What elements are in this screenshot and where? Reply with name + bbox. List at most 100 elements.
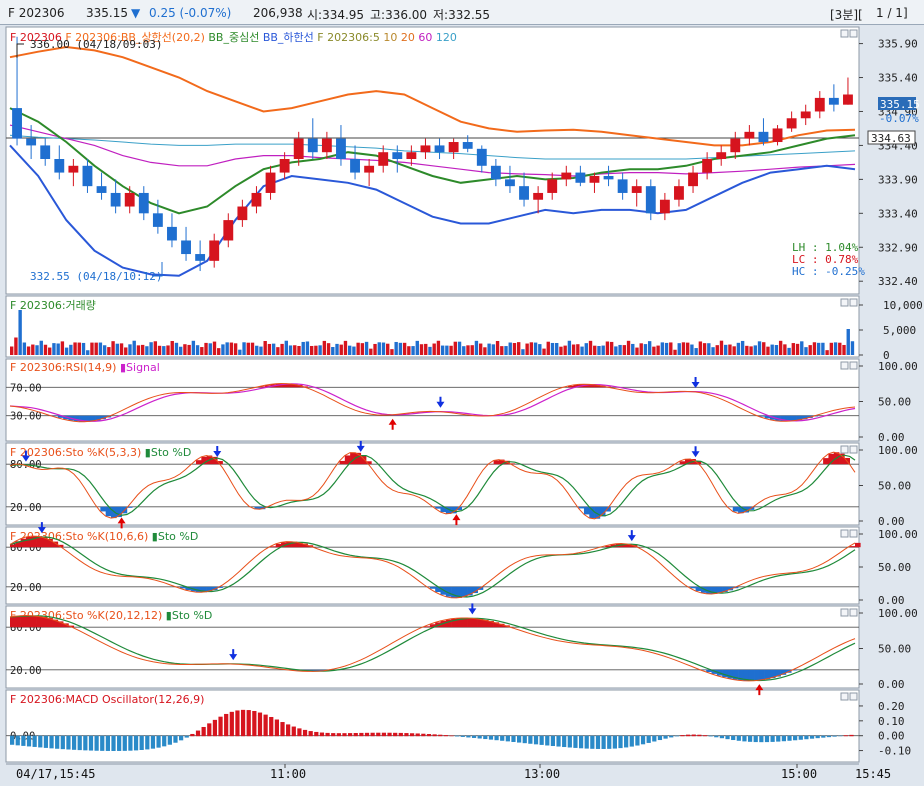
volume-bar (373, 343, 377, 355)
volume-bar (550, 342, 555, 355)
sto1-oversold-fill (583, 506, 590, 515)
candle-body (40, 145, 51, 159)
candle-body (181, 240, 191, 255)
volume-bar (588, 340, 593, 355)
volume-bar (39, 340, 43, 355)
candle-body (124, 192, 135, 207)
volume-bar (517, 342, 521, 355)
volume-bar (673, 349, 677, 355)
sto1-level-label: 20.00 (10, 502, 42, 514)
sto1-overbought-fill (196, 460, 202, 465)
sto2-overbought-fill (10, 544, 16, 548)
interval-label[interactable]: [3분][ (830, 6, 863, 23)
candle-body (659, 199, 670, 214)
volume-bar (846, 329, 850, 355)
rsi-panel-min-icon[interactable] (840, 361, 849, 370)
macd-bar (229, 711, 234, 737)
sto3-overbought-fill (20, 615, 27, 628)
candle-body (110, 192, 121, 207)
volume-bar (677, 343, 681, 355)
sto2-panel-close-icon[interactable] (849, 529, 858, 538)
macd-bar (257, 712, 263, 737)
volume-bar (483, 347, 487, 355)
volume-bar (352, 346, 356, 355)
price-panel[interactable] (5, 26, 860, 295)
sto1-panel-min-icon[interactable] (840, 445, 849, 454)
macd-bar (404, 733, 409, 737)
volume-bar (132, 340, 136, 355)
macd-ytick-label: -0.10 (878, 745, 911, 758)
change-arrow-icon: ▼ (131, 6, 141, 20)
sto3-ytick-label: 0.00 (878, 678, 905, 691)
macd-bar (83, 735, 88, 751)
chart-canvas[interactable]: F 202306 F 202306:BB_상한선(20,2) BB_중심선 BB… (0, 25, 924, 786)
macd-bar (460, 735, 465, 737)
candle-body (505, 179, 515, 187)
macd-bar (562, 735, 567, 748)
candle-body (293, 138, 304, 159)
macd-bar (517, 735, 522, 743)
macd-bar (590, 735, 595, 749)
sto1-oversold-fill (732, 506, 739, 512)
time-label-end: 15:45 (855, 767, 891, 781)
volume-bar (504, 346, 508, 355)
macd-bar (297, 728, 302, 737)
sto3-overbought-fill (36, 616, 43, 628)
volume-panel-close-icon[interactable] (849, 298, 858, 307)
candle-body (223, 220, 234, 241)
macd-bar (764, 735, 770, 743)
volume-bar (35, 345, 39, 355)
macd-bar (753, 735, 758, 743)
macd-bar (43, 735, 49, 748)
volume-bar (766, 346, 770, 355)
candle-body (96, 186, 107, 193)
sto3-overbought-fill (15, 616, 21, 628)
sto2-panel-min-icon[interactable] (840, 529, 849, 538)
macd-panel-close-icon[interactable] (849, 692, 858, 701)
volume-bar (647, 341, 652, 355)
volume-bar (18, 310, 22, 355)
rsi-panel-close-icon[interactable] (849, 361, 858, 370)
volume-panel-min-icon[interactable] (840, 298, 849, 307)
sto1-panel-close-icon[interactable] (849, 445, 858, 454)
volume-bar (639, 343, 643, 355)
sto2-overbought-fill (25, 536, 32, 548)
sto3-panel-close-icon[interactable] (849, 608, 858, 617)
macd-bar (302, 729, 308, 737)
volume-bar (115, 343, 120, 355)
volume-bar (745, 345, 749, 355)
macd-bar (348, 733, 353, 737)
volume-bar (424, 343, 428, 355)
volume-bar (64, 347, 69, 355)
sto3-oversold-fill (754, 669, 760, 681)
low-note: 332.55 (04/18/10:12) (30, 270, 162, 283)
volume-bar (555, 343, 559, 355)
macd-bar (150, 735, 156, 749)
volume-bar (119, 343, 124, 355)
macd-bar (832, 735, 837, 737)
candle-body (167, 226, 177, 241)
candle-body (561, 172, 572, 180)
candle-body (279, 159, 290, 173)
macd-panel-min-icon[interactable] (840, 692, 849, 701)
macd-bar (545, 735, 550, 746)
macd-bar (826, 735, 832, 738)
macd-bar (77, 735, 82, 751)
volume-bar (800, 341, 804, 355)
volume-bar (833, 342, 838, 355)
volume-bar (31, 344, 35, 355)
macd-bar (269, 716, 274, 737)
price-panel-close-icon[interactable] (849, 29, 858, 38)
volume-bar (698, 341, 703, 355)
macd-bar (691, 734, 696, 737)
candle-body (674, 186, 684, 200)
sto3-panel-min-icon[interactable] (840, 608, 849, 617)
price-panel-min-icon[interactable] (840, 29, 849, 38)
volume-bar (280, 343, 284, 355)
volume-bar (309, 345, 314, 355)
volume-bar (356, 342, 360, 355)
volume-bar (326, 343, 331, 355)
volume-bar (546, 341, 550, 355)
macd-bar (167, 735, 172, 745)
page-indicator[interactable]: 1 / 1] (876, 6, 908, 20)
